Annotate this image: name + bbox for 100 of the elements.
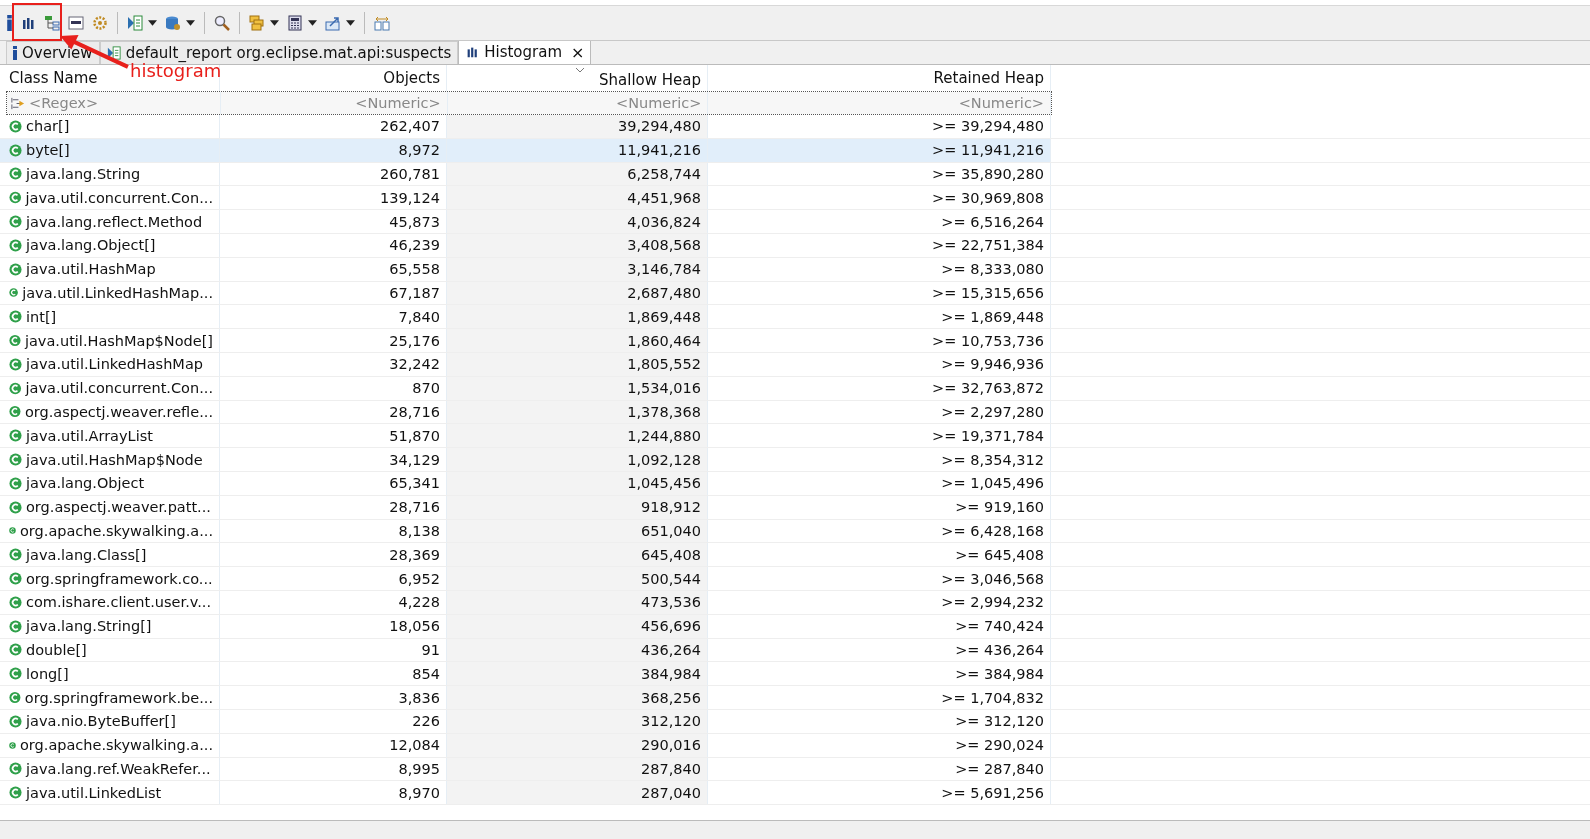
- class-icon: [9, 691, 21, 704]
- table-cell: >= 22,751,384: [708, 234, 1051, 257]
- search-icon: [214, 15, 230, 31]
- class-name-cell: java.lang.Object: [0, 471, 220, 495]
- class-icon: [9, 381, 22, 395]
- class-icon: [9, 286, 19, 300]
- table-cell: 1,045,456: [447, 471, 708, 495]
- class-icon: [9, 262, 22, 276]
- class-name-cell: java.util.concurrent.Con...: [0, 186, 220, 210]
- table-cell: 645,408: [447, 543, 708, 567]
- table-cell: 11,941,216: [447, 138, 708, 162]
- class-name-cell: java.lang.Object[]: [0, 234, 220, 257]
- table-cell: 1,244,880: [447, 424, 708, 448]
- class-icon: [9, 619, 22, 633]
- class-icon: [9, 476, 22, 490]
- table-cell: >= 287,840: [708, 757, 1051, 781]
- class-icon: [9, 643, 22, 657]
- class-name-cell: java.lang.ref.WeakRefer...: [0, 757, 220, 781]
- table-cell: >= 1,869,448: [708, 305, 1051, 329]
- table-cell: 6,258,744: [447, 162, 708, 186]
- class-icon: [9, 453, 22, 467]
- table-cell: >= 8,354,312: [708, 448, 1051, 471]
- tab[interactable]: Histogram ×: [458, 39, 592, 64]
- class-icon: [9, 786, 22, 800]
- table-cell: >= 5,691,256: [708, 781, 1051, 805]
- class-icon: [9, 310, 22, 324]
- table-cell: 473,536: [447, 590, 708, 614]
- table-cell: >= 2,297,280: [708, 400, 1051, 424]
- table-cell: >= 2,994,232: [708, 590, 1051, 614]
- class-icon: [9, 500, 22, 514]
- class-icon: [9, 762, 22, 776]
- table-cell: 1,534,016: [447, 376, 708, 400]
- class-name-cell: java.nio.ByteBuffer[]: [0, 709, 220, 733]
- table-cell: >= 384,984: [708, 662, 1051, 686]
- table-cell: >= 9,946,936: [708, 352, 1051, 376]
- gear-icon: [92, 15, 108, 31]
- class-icon: [9, 357, 22, 371]
- class-name-cell: org.aspectj.weaver.refle...: [0, 400, 220, 424]
- class-icon: [9, 143, 22, 157]
- database-icon: [165, 15, 181, 31]
- class-icon: [9, 238, 22, 252]
- table-cell: 651,040: [447, 519, 708, 543]
- class-name-cell: java.lang.String: [0, 162, 220, 186]
- table-cell: 287,840: [447, 757, 708, 781]
- table-cell: >= 312,120: [708, 709, 1051, 733]
- class-name-cell: org.apache.skywalking.a...: [0, 733, 220, 757]
- class-name-cell: java.util.LinkedHashMap...: [0, 281, 220, 305]
- table-cell: >= 10,753,736: [708, 329, 1051, 352]
- table-cell: >= 1,045,496: [708, 471, 1051, 495]
- class-icon: [9, 119, 22, 133]
- class-name-cell: org.apache.skywalking.a...: [0, 519, 220, 543]
- table-cell: >= 6,428,168: [708, 519, 1051, 543]
- class-name-cell: java.lang.String[]: [0, 614, 220, 638]
- class-name-cell: long[]: [0, 662, 220, 686]
- column-header[interactable]: Shallow Heap: [575, 67, 701, 89]
- table-cell: 3,408,568: [447, 234, 708, 257]
- report-icon: [106, 46, 121, 60]
- table-cell: 500,544: [447, 567, 708, 590]
- table-cell: >= 6,516,264: [708, 210, 1051, 233]
- table-cell: 8,972: [220, 138, 447, 162]
- table-cell: 312,120: [447, 709, 708, 733]
- class-icon: [9, 714, 22, 728]
- class-icon: [9, 595, 22, 609]
- class-name-cell: char[]: [0, 115, 220, 138]
- column-header[interactable]: Objects: [383, 69, 440, 87]
- table-cell: 918,912: [447, 495, 708, 519]
- table-cell: >= 3,046,568: [708, 567, 1051, 590]
- table-cell: 436,264: [447, 638, 708, 662]
- close-button[interactable]: ×: [571, 42, 585, 62]
- class-icon: [9, 429, 22, 443]
- calculator-icon: [287, 15, 303, 31]
- table-cell: 1,378,368: [447, 400, 708, 424]
- table-cell: >= 19,371,784: [708, 424, 1051, 448]
- tab[interactable]: Overview: [6, 41, 100, 64]
- table-cell: >= 290,024: [708, 733, 1051, 757]
- query-icon: [68, 15, 84, 31]
- table-cell: >= 30,969,808: [708, 186, 1051, 210]
- table-cell: >= 1,704,832: [708, 686, 1051, 709]
- class-icon: [9, 167, 22, 181]
- class-name-cell: org.aspectj.weaver.patt...: [0, 495, 220, 519]
- table-cell: 3,146,784: [447, 257, 708, 281]
- column-header[interactable]: Retained Heap: [933, 69, 1044, 87]
- class-name-cell: java.util.concurrent.Con...: [0, 376, 220, 400]
- class-name-cell: java.util.HashMap: [0, 257, 220, 281]
- table-cell: 4,451,968: [447, 186, 708, 210]
- table-cell: >= 32,763,872: [708, 376, 1051, 400]
- class-name-cell: java.util.LinkedHashMap: [0, 352, 220, 376]
- report-icon: [127, 15, 143, 31]
- sort-icon: [575, 67, 585, 73]
- class-name-cell: double[]: [0, 638, 220, 662]
- table-cell: 290,016: [447, 733, 708, 757]
- filter-icon: [10, 95, 25, 111]
- table-cell: 2,687,480: [447, 281, 708, 305]
- table-cell: >= 645,408: [708, 543, 1051, 567]
- class-name-cell: org.springframework.co...: [0, 567, 220, 590]
- class-icon: [9, 667, 22, 681]
- table-cell: >= 11,941,216: [708, 138, 1051, 162]
- column-header[interactable]: Class Name: [9, 69, 98, 87]
- bar-chart-icon: [20, 15, 36, 31]
- tab[interactable]: default_report org.eclipse.mat.api:suspects: [99, 41, 459, 64]
